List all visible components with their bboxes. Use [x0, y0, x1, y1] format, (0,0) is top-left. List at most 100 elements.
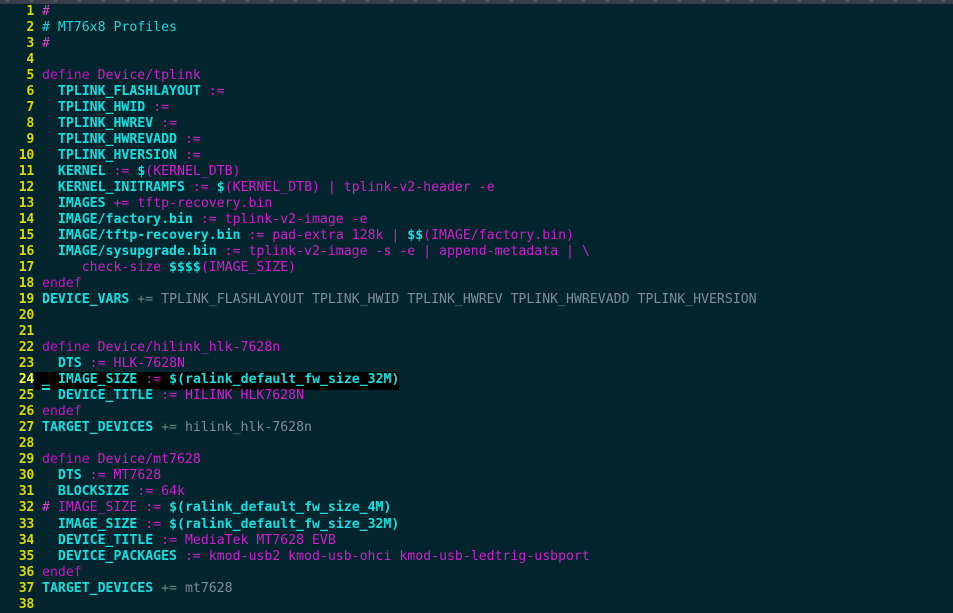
- code-line[interactable]: 18 endef: [0, 276, 953, 292]
- code-line[interactable]: 3 #: [0, 36, 953, 52]
- code-token: TPLINK_HVERSION: [57, 148, 177, 164]
- code-line-content[interactable]: #: [34, 4, 50, 19]
- code-line[interactable]: 20: [0, 308, 953, 324]
- code-token: :=: [184, 148, 201, 164]
- code-line-content[interactable]: [34, 597, 42, 612]
- code-line-content[interactable]: DEVICE_PACKAGES := kmod-usb2 kmod-usb-oh…: [34, 549, 590, 564]
- code-line-content[interactable]: define Device/mt7628: [34, 452, 201, 467]
- code-line-content[interactable]: check-size $$$$(IMAGE_SIZE): [34, 260, 296, 275]
- code-line-content[interactable]: # IMAGE_SIZE := $(ralink_default_fw_size…: [34, 500, 391, 515]
- code-line[interactable]: 8 TPLINK_HWREV :=: [0, 116, 953, 132]
- code-line-content[interactable]: TPLINK_HWID :=: [34, 100, 169, 115]
- code-line[interactable]: 11 KERNEL := $(KERNEL_DTB): [0, 164, 953, 180]
- code-line-content[interactable]: KERNEL_INITRAMFS := $(KERNEL_DTB) | tpli…: [34, 180, 495, 195]
- code-line[interactable]: 32 # IMAGE_SIZE := $(ralink_default_fw_si…: [0, 500, 953, 516]
- code-line-content[interactable]: IMAGE/sysupgrade.bin := tplink-v2-image …: [34, 244, 590, 259]
- code-line-content[interactable]: BLOCKSIZE := 64k: [34, 484, 185, 499]
- code-token: Device/mt7628: [97, 452, 201, 468]
- code-line-content[interactable]: TPLINK_FLASHLAYOUT :=: [34, 84, 225, 99]
- code-line[interactable]: 9 TPLINK_HWREVADD :=: [0, 132, 953, 148]
- code-line[interactable]: 2 # MT76x8 Profiles: [0, 20, 953, 36]
- code-line[interactable]: 28: [0, 436, 953, 452]
- code-token: $$$$: [169, 260, 201, 276]
- code-line[interactable]: 14 IMAGE/factory.bin := tplink-v2-image …: [0, 212, 953, 228]
- code-line[interactable]: 25 DEVICE_TITLE := HILINK HLK7628N: [0, 388, 953, 404]
- code-line[interactable]: 5 define Device/tplink: [0, 68, 953, 84]
- code-line[interactable]: 1 #: [0, 4, 953, 20]
- code-line-content[interactable]: DEVICE_VARS += TPLINK_FLASHLAYOUT TPLINK…: [34, 292, 757, 307]
- code-line-content[interactable]: [34, 308, 42, 323]
- code-line-content[interactable]: IMAGE/factory.bin := tplink-v2-image -e: [34, 212, 368, 227]
- code-token: TPLINK_HWREV: [57, 116, 154, 132]
- code-line-content[interactable]: TPLINK_HVERSION :=: [34, 148, 201, 163]
- code-line-content[interactable]: define Device/hilink_hlk-7628n: [34, 340, 280, 355]
- code-line[interactable]: 22 define Device/hilink_hlk-7628n: [0, 340, 953, 356]
- code-line-content[interactable]: define Device/tplink: [34, 68, 201, 83]
- code-editor-pane[interactable]: 1 #2 # MT76x8 Profiles 3 #4 5 define Device/tp…: [0, 4, 953, 613]
- code-line-content[interactable]: [34, 324, 42, 339]
- code-line-content[interactable]: [34, 436, 42, 451]
- code-line-content[interactable]: KERNEL := $(KERNEL_DTB): [34, 164, 241, 179]
- code-line[interactable]: 37 TARGET_DEVICES += mt7628: [0, 581, 953, 597]
- code-line[interactable]: 33 IMAGE_SIZE := $(ralink_default_fw_siz…: [0, 517, 953, 533]
- code-line[interactable]: 16 IMAGE/sysupgrade.bin := tplink-v2-ima…: [0, 244, 953, 260]
- code-line[interactable]: 29 define Device/mt7628: [0, 452, 953, 468]
- code-line[interactable]: 7 TPLINK_HWID :=: [0, 100, 953, 116]
- code-line[interactable]: 21: [0, 324, 953, 340]
- code-token: $: [169, 372, 178, 388]
- code-line-content[interactable]: DEVICE_TITLE := MediaTek MT7628 EVB: [34, 533, 336, 548]
- code-line-content[interactable]: endef: [34, 565, 82, 580]
- code-line-content[interactable]: endef: [34, 404, 82, 419]
- code-token: DEVICE_PACKAGES: [57, 548, 177, 564]
- code-line-content[interactable]: TPLINK_HWREVADD :=: [34, 132, 201, 147]
- code-line-content[interactable]: endef: [34, 276, 82, 291]
- code-line[interactable]: 35 DEVICE_PACKAGES := kmod-usb2 kmod-usb…: [0, 549, 953, 565]
- code-token: 64k: [153, 484, 185, 500]
- code-line[interactable]: 12 KERNEL_INITRAMFS := $(KERNEL_DTB) | t…: [0, 180, 953, 196]
- code-line-content[interactable]: IMAGE/tftp-recovery.bin := pad-extra 128…: [34, 228, 574, 243]
- code-line[interactable]: 38: [0, 597, 953, 613]
- code-token: (ralink_default_fw_size_32M): [177, 372, 400, 388]
- title-bar-tick: [798, 0, 801, 2]
- code-line-content[interactable]: TARGET_DEVICES += hilink_hlk-7628n: [34, 420, 312, 435]
- code-line-content[interactable]: [34, 52, 42, 67]
- code-line-content[interactable]: DTS := MT7628: [34, 468, 161, 483]
- code-line-content[interactable]: # MT76x8 Profiles: [34, 20, 177, 35]
- code-line-content[interactable]: DTS := HLK-7628N: [34, 356, 185, 371]
- code-token: endef: [42, 404, 82, 420]
- code-line[interactable]: 31 BLOCKSIZE := 64k: [0, 484, 953, 500]
- code-line[interactable]: 30 DTS := MT7628: [0, 468, 953, 484]
- title-bar-tick: [294, 0, 297, 2]
- code-line[interactable]: 27 TARGET_DEVICES += hilink_hlk-7628n: [0, 420, 953, 436]
- code-line[interactable]: 6 TPLINK_FLASHLAYOUT :=: [0, 84, 953, 100]
- code-line[interactable]: 10 TPLINK_HVERSION :=: [0, 148, 953, 164]
- code-token: # MT76x8 Profiles: [42, 20, 177, 36]
- code-line[interactable]: 26 endef: [0, 404, 953, 420]
- code-line[interactable]: 23 DTS := HLK-7628N: [0, 356, 953, 372]
- code-line[interactable]: 36 endef: [0, 565, 953, 581]
- code-line[interactable]: 19 DEVICE_VARS += TPLINK_FLASHLAYOUT TPLI…: [0, 292, 953, 308]
- code-line-content[interactable]: TARGET_DEVICES += mt7628: [34, 581, 233, 596]
- code-line[interactable]: 15 IMAGE/tftp-recovery.bin := pad-extra …: [0, 228, 953, 244]
- line-number: 24: [18, 372, 35, 388]
- code-token: :=: [89, 468, 106, 484]
- code-line-content[interactable]: DEVICE_TITLE := HILINK HLK7628N: [34, 388, 304, 403]
- code-line-content[interactable]: IMAGES += tftp-recovery.bin: [34, 196, 272, 211]
- code-line[interactable]: 17 check-size $$$$(IMAGE_SIZE): [0, 260, 953, 276]
- line-number: 8: [26, 116, 34, 132]
- code-token: IMAGE/sysupgrade.bin: [57, 244, 217, 260]
- code-line[interactable]: 13 IMAGES += tftp-recovery.bin: [0, 196, 953, 212]
- code-line[interactable]: 34 DEVICE_TITLE := MediaTek MT7628 EVB: [0, 533, 953, 549]
- code-line-content[interactable]: IMAGE_SIZE := $(ralink_default_fw_size_3…: [34, 517, 399, 532]
- code-line[interactable]: 4: [0, 52, 953, 68]
- code-line-content[interactable]: #: [34, 36, 50, 51]
- code-line-content[interactable]: TPLINK_HWREV :=: [34, 116, 177, 131]
- code-token: KERNEL: [57, 164, 106, 180]
- code-token: :=: [137, 484, 154, 500]
- code-line[interactable]: 24 _ IMAGE_SIZE := $(ralink_default_fw_si…: [0, 372, 953, 391]
